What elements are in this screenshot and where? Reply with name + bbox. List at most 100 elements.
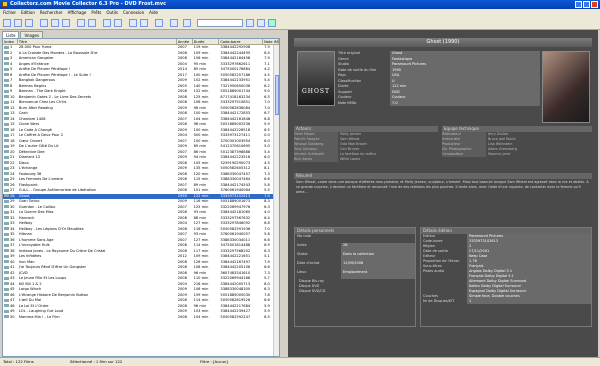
perso-value[interactable]: 12/09/2008 (341, 261, 415, 270)
dvd-icon (4, 216, 9, 219)
detail-row: Nr de Disques/KIT 1 (421, 299, 591, 304)
barcode-icon[interactable] (170, 19, 178, 27)
dvd-icon (4, 161, 9, 164)
dvd-icon (4, 298, 9, 302)
sync-icon[interactable] (140, 19, 148, 27)
dvd-icon (4, 45, 9, 49)
delete-icon[interactable] (25, 19, 33, 27)
dvd-icon (4, 194, 9, 197)
perso-value[interactable]: Emplacement (341, 270, 415, 279)
help-icon[interactable] (183, 19, 191, 27)
front-cover[interactable]: GHOST (297, 51, 335, 106)
maximize-button[interactable] (583, 1, 590, 8)
search-input[interactable] (197, 19, 243, 27)
row-index: 47 (10, 298, 15, 302)
back-cover[interactable] (542, 51, 590, 123)
tab-liste[interactable]: Liste (2, 31, 20, 38)
row-index: 38 (10, 248, 15, 253)
edit-icon[interactable] (14, 19, 22, 27)
list-view-icon[interactable] (51, 19, 59, 27)
search-icon[interactable] (246, 19, 254, 27)
loan-icon[interactable] (129, 19, 137, 27)
dvd-icon (4, 84, 9, 87)
list-body: 1 28.000 Pour Yuma 2007 119 min 338444229290… (3, 45, 279, 320)
edition-details: Détails édition Editeur Paramount Picture… (420, 227, 592, 327)
add-movie-icon[interactable] (3, 19, 11, 27)
menu-edition[interactable]: Edition (21, 9, 35, 16)
dvd-icon (4, 78, 9, 82)
cell-index: 50 (3, 315, 18, 321)
dvd-icon (4, 89, 9, 93)
menu-rechercher[interactable]: Rechercher (40, 9, 63, 16)
menu-fichier[interactable]: Fichier (3, 9, 16, 16)
row-index: 13 (10, 111, 15, 115)
dvd-icon (4, 232, 9, 236)
row-index: 36 (10, 237, 15, 242)
dvd-icon (4, 111, 9, 115)
row-index: 48 (10, 303, 15, 308)
perso-value[interactable]: Dans la collection (341, 252, 415, 261)
col-rating[interactable]: Note IMDb (263, 39, 279, 44)
actor-name[interactable]: Rick Aviles (294, 157, 338, 162)
dvd-icon (4, 117, 9, 120)
row-index: 1 (10, 45, 13, 49)
perso-value[interactable] (341, 234, 415, 243)
row-index: 25 (10, 177, 15, 181)
dvd-icon (4, 287, 9, 291)
close-button[interactable] (591, 1, 598, 8)
dvd-icon (4, 144, 9, 148)
row-index: 29 (10, 199, 15, 203)
perso-label: Lieux (297, 270, 307, 274)
menu-outils[interactable]: Outils (106, 9, 118, 16)
row-index: 15 (10, 122, 15, 126)
filter-icon[interactable] (257, 19, 265, 27)
dvd-icon (4, 227, 9, 230)
minimize-button[interactable] (575, 1, 582, 8)
print-icon[interactable] (114, 19, 122, 27)
menu-connexion[interactable]: Connexion (123, 9, 144, 16)
table-row[interactable]: 50 Mamma Mia ! - Le Film 2008 104 min 505058… (3, 315, 279, 321)
left-tabs: Liste Images (2, 31, 44, 38)
menu-aide[interactable]: Aide (149, 9, 158, 16)
col-title[interactable]: Titre (18, 39, 177, 44)
window-controls (575, 1, 598, 8)
search-online-icon[interactable] (155, 19, 163, 27)
row-index: 50 (10, 314, 15, 319)
cell-title: Mamma Mia ! - Le Film (18, 314, 60, 319)
filter-active-icon[interactable] (268, 19, 276, 27)
row-index: 35 (10, 232, 15, 236)
dvd-icon (4, 249, 9, 252)
dvd-icon (4, 205, 9, 208)
col-year[interactable]: Année (177, 39, 193, 44)
status-total: Total : 122 Films (3, 359, 34, 364)
perso-label: Statut (297, 252, 308, 256)
col-duration[interactable]: Durée (193, 39, 220, 44)
resume-text: Sam Wheat, cadre dans une banque d'affai… (296, 180, 589, 194)
dvd-icon (4, 304, 9, 307)
row-index: 19 (10, 144, 15, 148)
dvd-icon (4, 172, 9, 175)
dvd-icon (4, 73, 9, 76)
dvd-icon (4, 95, 9, 98)
col-barcode[interactable]: Code-barre (219, 39, 264, 44)
dvd-icon (4, 309, 9, 313)
scroll-thumb[interactable] (275, 75, 279, 115)
dvd-icon (4, 155, 9, 159)
menu-affichage[interactable]: Affichage (68, 9, 87, 16)
sort-icon[interactable] (77, 19, 85, 27)
row-index: 14 (10, 116, 15, 121)
columns-icon[interactable] (88, 19, 96, 27)
perso-value[interactable]: 28 (341, 243, 415, 252)
status-selection: Sélectionné : 1 film sur 122 (70, 359, 123, 364)
list-scrollbar[interactable] (273, 45, 279, 356)
grid-view-icon[interactable] (40, 19, 48, 27)
card-view-icon[interactable] (62, 19, 70, 27)
location-item: Disque DVD/CD (299, 289, 326, 293)
row-index: 41 (10, 265, 15, 269)
crew-name[interactable]: Compositeur (442, 152, 486, 157)
dvd-icon (4, 238, 9, 241)
col-index[interactable]: Index (3, 39, 18, 44)
menu-prets[interactable]: Prêts (91, 9, 101, 16)
tab-images[interactable]: Images (20, 31, 44, 38)
template-icon[interactable] (103, 19, 111, 27)
